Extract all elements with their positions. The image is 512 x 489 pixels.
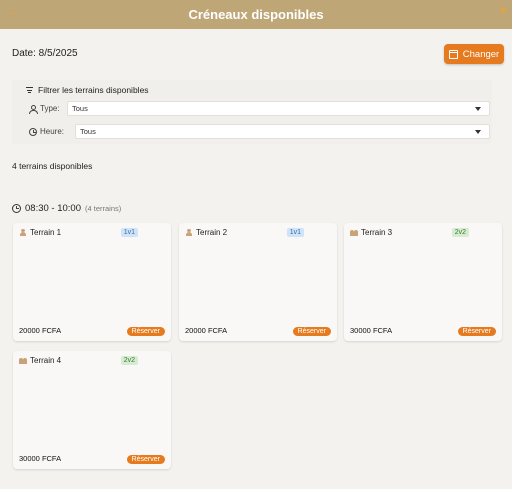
terrain-card[interactable]: Terrain 1 1v1 20000 FCFA Réserver [13, 223, 171, 341]
terrain-name: Terrain 3 [361, 228, 393, 237]
change-date-label: Changer [462, 48, 500, 60]
type-filter-value: Tous [72, 104, 88, 113]
format-badge: 1v1 [286, 228, 304, 237]
group-icon [19, 357, 27, 364]
slot-count: (4 terrains) [85, 204, 122, 213]
reserve-button[interactable]: Réserver [126, 455, 165, 464]
terrain-card[interactable]: Terrain 4 2v2 30000 FCFA Réserver [13, 351, 171, 469]
terrain-name: Terrain 2 [196, 228, 228, 237]
type-filter-select[interactable]: Tous [67, 101, 490, 116]
chevron-down-icon [475, 129, 481, 134]
time-filter-select[interactable]: Tous [75, 124, 490, 139]
format-badge: 2v2 [451, 228, 469, 237]
person-icon [185, 229, 193, 236]
slot-time: 08:30 - 10:00 [25, 203, 81, 214]
type-filter-row: Type: Tous [29, 101, 490, 116]
time-filter-row: Heure: Tous [29, 124, 490, 139]
filter-panel: Filtrer les terrains disponibles Type: T… [12, 80, 492, 144]
filter-lines-icon [26, 87, 33, 93]
terrain-name: Terrain 1 [30, 228, 62, 237]
available-count: 4 terrains disponibles [12, 161, 93, 171]
terrain-card[interactable]: Terrain 3 2v2 30000 FCFA Réserver [344, 223, 502, 341]
format-badge: 1v1 [120, 228, 138, 237]
terrain-price: 30000 FCFA [350, 326, 393, 335]
person-icon [29, 104, 38, 114]
reserve-button[interactable]: Réserver [126, 327, 165, 336]
back-arrow-icon[interactable]: ← [7, 6, 18, 18]
filter-header: Filtrer les terrains disponibles [26, 85, 149, 95]
time-slot-header: 08:30 - 10:00 (4 terrains) [12, 203, 121, 214]
clock-icon [29, 127, 37, 136]
filter-icon[interactable]: ▼ [498, 6, 508, 17]
group-icon [350, 229, 358, 236]
terrain-name: Terrain 4 [30, 356, 62, 365]
reserve-button[interactable]: Réserver [457, 327, 496, 336]
change-date-button[interactable]: Changer [444, 44, 504, 64]
terrain-price: 20000 FCFA [19, 326, 62, 335]
time-filter-label: Heure: [40, 127, 65, 136]
selected-date: Date: 8/5/2025 [12, 48, 78, 59]
format-badge: 2v2 [120, 356, 138, 365]
filter-title: Filtrer les terrains disponibles [38, 85, 149, 95]
calendar-icon [448, 49, 458, 59]
page-title: Créneaux disponibles [188, 7, 324, 22]
clock-icon [12, 204, 21, 213]
terrain-card[interactable]: Terrain 2 1v1 20000 FCFA Réserver [179, 223, 337, 341]
person-icon [19, 229, 27, 236]
terrain-price: 30000 FCFA [19, 454, 62, 463]
type-filter-label: Type: [40, 104, 60, 113]
app-bar: ← Créneaux disponibles ▼ [0, 0, 512, 29]
terrain-price: 20000 FCFA [185, 326, 228, 335]
time-filter-value: Tous [80, 127, 96, 136]
chevron-down-icon [475, 106, 481, 111]
reserve-button[interactable]: Réserver [292, 327, 331, 336]
